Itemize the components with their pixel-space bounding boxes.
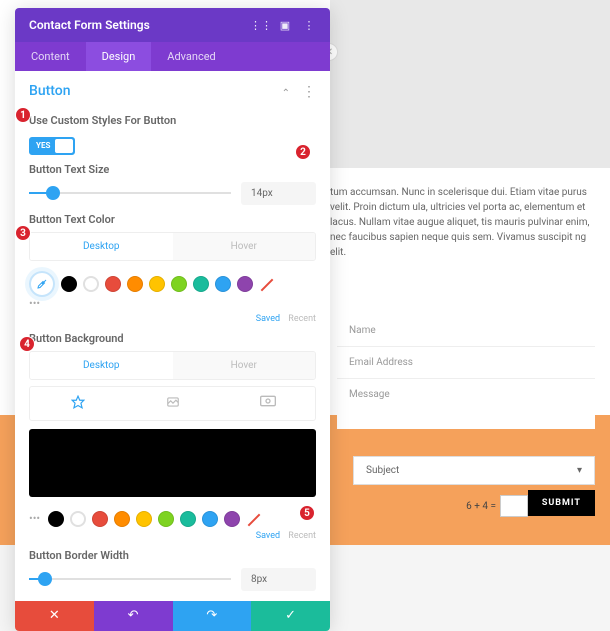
swatch-red[interactable] [105,276,121,292]
form-email-field[interactable]: Email Address [337,347,595,379]
text-color-desktop-tab[interactable]: Desktop [30,233,173,260]
discard-button[interactable]: ✕ [15,601,94,631]
background-type-tabs [29,386,316,421]
form-name-field[interactable]: Name [337,315,595,347]
redo-button[interactable]: ↷ [173,601,252,631]
eyedropper-icon[interactable] [29,271,55,297]
section-body: Use Custom Styles For Button YES Button … [15,114,330,601]
text-color-swatches [29,271,316,297]
hero-background [330,0,610,168]
tab-content[interactable]: Content [15,42,86,71]
lorem-text: tum accumsan. Nunc in scelerisque dui. E… [330,185,595,260]
chevron-down-icon: ▾ [577,465,582,476]
gradient-preview[interactable] [29,429,316,497]
footer-actions: ✕ ↶ ↷ ✓ [15,601,330,631]
background-desktop-tab[interactable]: Desktop [30,352,173,379]
bg-clear-color-icon[interactable] [246,511,262,527]
panel-header-actions: ⋮⋮ ▣ ⋮ [254,18,316,32]
text-color-hover-tab[interactable]: Hover [173,233,316,260]
border-width-value[interactable]: 8px [241,568,316,591]
text-color-label: Button Text Color [29,213,316,226]
bg-swatch-black[interactable] [48,511,64,527]
bg-gradient-tab[interactable] [125,387,220,420]
background-saved-recent: Saved Recent [29,531,316,541]
captcha-label: 6 + 4 = [466,501,496,512]
text-size-row: 14px [29,182,316,205]
drag-icon[interactable]: ⋮⋮ [254,18,268,32]
swatch-green[interactable] [171,276,187,292]
text-size-label: Button Text Size [29,163,316,176]
custom-styles-toggle[interactable]: YES [29,137,75,155]
callout-2: 2 [295,144,311,160]
section-header[interactable]: Button ⌃ ⋮ [15,71,330,106]
tab-design[interactable]: Design [86,42,152,71]
settings-panel: Contact Form Settings ⋮⋮ ▣ ⋮ Content Des… [15,8,330,631]
bg-swatch-yellow[interactable] [136,511,152,527]
bg-swatch-red[interactable] [92,511,108,527]
bg-image-tab[interactable] [220,387,315,420]
background-swatches: ••• [29,511,316,527]
expand-icon[interactable]: ▣ [278,18,292,32]
swatch-yellow[interactable] [149,276,165,292]
swatch-blue[interactable] [215,276,231,292]
submit-button[interactable]: SUBMIT [528,490,595,516]
tab-advanced[interactable]: Advanced [151,42,231,71]
section-title: Button [29,83,71,99]
background-subtabs: Desktop Hover [29,351,316,380]
text-color-saved-recent: Saved Recent [29,314,316,324]
recent-link[interactable]: Recent [288,314,316,324]
bg-color-tab[interactable] [30,387,125,420]
background-hover-tab[interactable]: Hover [173,352,316,379]
more-swatches-icon-2[interactable]: ••• [29,512,40,525]
captcha-row: 6 + 4 = [466,495,528,517]
bg-swatch-teal[interactable] [180,511,196,527]
border-width-row: 8px [29,568,316,591]
clear-color-icon[interactable] [259,276,275,292]
bg-swatch-orange[interactable] [114,511,130,527]
bg-swatch-white[interactable] [70,511,86,527]
swatch-purple[interactable] [237,276,253,292]
callout-4: 4 [19,336,35,352]
bg-swatch-blue[interactable] [202,511,218,527]
custom-styles-label: Use Custom Styles For Button [29,114,316,127]
swatch-teal[interactable] [193,276,209,292]
border-width-slider[interactable] [29,569,231,589]
text-size-value[interactable]: 14px [241,182,316,205]
bg-swatch-purple[interactable] [224,511,240,527]
bg-swatch-green[interactable] [158,511,174,527]
callout-1: 1 [15,107,31,123]
swatch-white[interactable] [83,276,99,292]
panel-header: Contact Form Settings ⋮⋮ ▣ ⋮ [15,8,330,42]
callout-3: 3 [15,225,31,241]
text-size-slider[interactable] [29,183,231,203]
background-label: Button Background [29,332,316,345]
subject-label: Subject [366,465,399,476]
section-controls: ⌃ ⋮ [282,81,316,100]
form-message-field[interactable]: Message [337,379,595,429]
chevron-up-icon[interactable]: ⌃ [282,88,290,99]
bg-saved-link[interactable]: Saved [256,531,280,541]
panel-title: Contact Form Settings [29,18,150,32]
toggle-knob [55,139,73,153]
section-menu-icon[interactable]: ⋮ [302,84,316,100]
form-subject-select[interactable]: Subject ▾ [353,456,595,485]
swatch-black[interactable] [61,276,77,292]
swatch-orange[interactable] [127,276,143,292]
save-button[interactable]: ✓ [251,601,330,631]
text-color-subtabs: Desktop Hover [29,232,316,261]
toggle-yes-label: YES [31,141,55,150]
menu-icon[interactable]: ⋮ [302,18,316,32]
contact-form-preview: Name Email Address Message [337,315,595,429]
undo-button[interactable]: ↶ [94,601,173,631]
main-tabs: Content Design Advanced [15,42,330,71]
more-swatches-icon[interactable]: ••• [29,297,314,310]
callout-5: 5 [299,505,315,521]
captcha-input[interactable] [500,495,528,517]
bg-recent-link[interactable]: Recent [288,531,316,541]
border-width-label: Button Border Width [29,549,316,562]
saved-link[interactable]: Saved [256,314,280,324]
